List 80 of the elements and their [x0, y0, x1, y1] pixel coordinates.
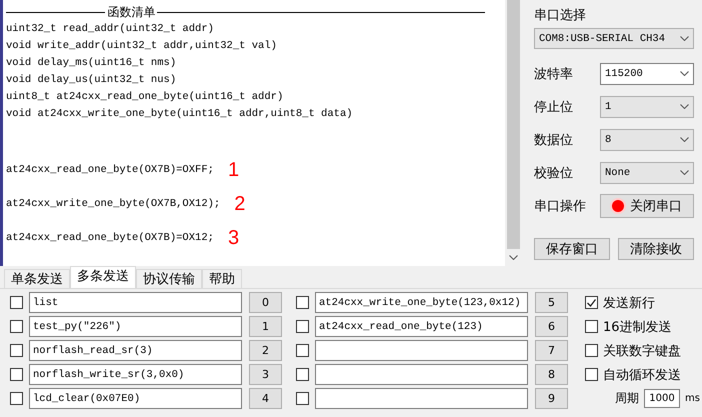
- checkbox[interactable]: [10, 320, 23, 333]
- function-line: void write_addr(uint32_t addr,uint32_t val): [6, 40, 277, 52]
- checkbox[interactable]: [10, 368, 23, 381]
- tab[interactable]: 协议传输: [136, 269, 202, 288]
- command-field[interactable]: at24cxx_write_one_byte(123,0x12): [315, 292, 528, 313]
- checkbox[interactable]: [585, 344, 598, 357]
- tab[interactable]: 单条发送: [4, 269, 70, 288]
- send-button[interactable]: 4: [249, 388, 282, 409]
- section-title: 串口选择: [534, 8, 586, 23]
- send-button[interactable]: 2: [249, 340, 282, 361]
- tab[interactable]: 多条发送: [70, 266, 136, 288]
- unit-label: ms: [685, 393, 700, 404]
- chevron-down-icon: [680, 71, 689, 76]
- option-label: 自动循环发送: [603, 366, 681, 384]
- command-field[interactable]: [315, 340, 528, 361]
- output-line: at24cxx_write_one_byte(OX7B,OX12);: [6, 196, 220, 212]
- panel-button[interactable]: 清除接收: [618, 238, 694, 260]
- field-label: 数据位: [534, 132, 574, 148]
- list-heading: 函数清单: [107, 4, 156, 21]
- option-label: 关联数字键盘: [603, 342, 681, 360]
- port-dropdown[interactable]: COM8:USB-SERIAL CH34: [534, 28, 694, 49]
- checkbox[interactable]: [10, 296, 23, 309]
- command-field[interactable]: norflash_read_sr(3): [29, 340, 242, 361]
- annotation-number: 2: [234, 196, 246, 212]
- chevron-down-icon: [680, 170, 689, 175]
- command-field[interactable]: at24cxx_read_one_byte(123): [315, 316, 528, 337]
- field-label: 校验位: [534, 164, 574, 182]
- send-button[interactable]: 6: [535, 316, 568, 337]
- checkbox[interactable]: [296, 320, 309, 333]
- send-button[interactable]: 9: [535, 388, 568, 409]
- annotation-number: 3: [228, 230, 240, 246]
- annotation-number: 1: [228, 162, 240, 178]
- setting-dropdown[interactable]: 1: [600, 96, 694, 118]
- checkbox[interactable]: [296, 344, 309, 357]
- checkbox[interactable]: [585, 368, 598, 381]
- function-line: void delay_ms(uint16_t nms): [6, 57, 176, 69]
- interval-label: 周期: [615, 390, 639, 407]
- command-field[interactable]: norflash_write_sr(3,0x0): [29, 364, 242, 385]
- send-button[interactable]: 5: [535, 292, 568, 313]
- function-line: void delay_us(uint32_t nus): [6, 74, 176, 86]
- panel-button[interactable]: 保存窗口: [534, 238, 610, 260]
- option-label: 16进制发送: [603, 318, 672, 336]
- baud-combo[interactable]: 115200: [600, 62, 694, 84]
- send-button[interactable]: 0: [249, 292, 282, 313]
- command-field[interactable]: test_py("226"): [29, 316, 242, 337]
- chevron-down-icon: [680, 36, 689, 41]
- command-field[interactable]: [315, 388, 528, 409]
- interval-field[interactable]: 1000: [644, 389, 680, 408]
- option-label: 发送新行: [603, 294, 655, 312]
- field-label: 停止位: [534, 98, 574, 116]
- field-label: 波特率: [534, 66, 574, 82]
- checkbox[interactable]: [296, 296, 309, 309]
- close-port-button[interactable]: 关闭串口: [600, 194, 694, 218]
- tab[interactable]: 帮助: [202, 269, 242, 288]
- scrollbar[interactable]: [505, 0, 522, 266]
- command-field[interactable]: lcd_clear(0x07E0): [29, 388, 242, 409]
- send-button[interactable]: 8: [535, 364, 568, 385]
- send-button[interactable]: 3: [249, 364, 282, 385]
- command-field[interactable]: list: [29, 292, 242, 313]
- function-line: void at24cxx_write_one_byte(uint16_t addr,uint8_t data): [6, 108, 353, 120]
- checkbox[interactable]: [296, 368, 309, 381]
- field-label: 串口操作: [534, 198, 587, 214]
- setting-dropdown[interactable]: 8: [600, 128, 694, 150]
- output-line: at24cxx_read_one_byte(OX7B)=OXFF;: [6, 162, 214, 178]
- function-line: uint32_t read_addr(uint32_t addr): [6, 23, 214, 35]
- output-line: at24cxx_read_one_byte(OX7B)=OX12;: [6, 230, 214, 246]
- checkbox[interactable]: [585, 320, 598, 333]
- chevron-down-icon: [680, 104, 689, 109]
- checkbox[interactable]: [10, 344, 23, 357]
- send-button[interactable]: 1: [249, 316, 282, 337]
- send-button[interactable]: 7: [535, 340, 568, 361]
- checkbox[interactable]: [10, 392, 23, 405]
- chevron-down-icon: [509, 255, 518, 260]
- command-field[interactable]: [315, 364, 528, 385]
- function-line: uint8_t at24cxx_read_one_byte(uint16_t addr): [6, 91, 284, 103]
- checkbox[interactable]: [585, 296, 598, 309]
- setting-dropdown[interactable]: None: [600, 162, 694, 184]
- chevron-down-icon: [680, 137, 689, 142]
- checkbox[interactable]: [296, 392, 309, 405]
- check-icon: [587, 298, 596, 306]
